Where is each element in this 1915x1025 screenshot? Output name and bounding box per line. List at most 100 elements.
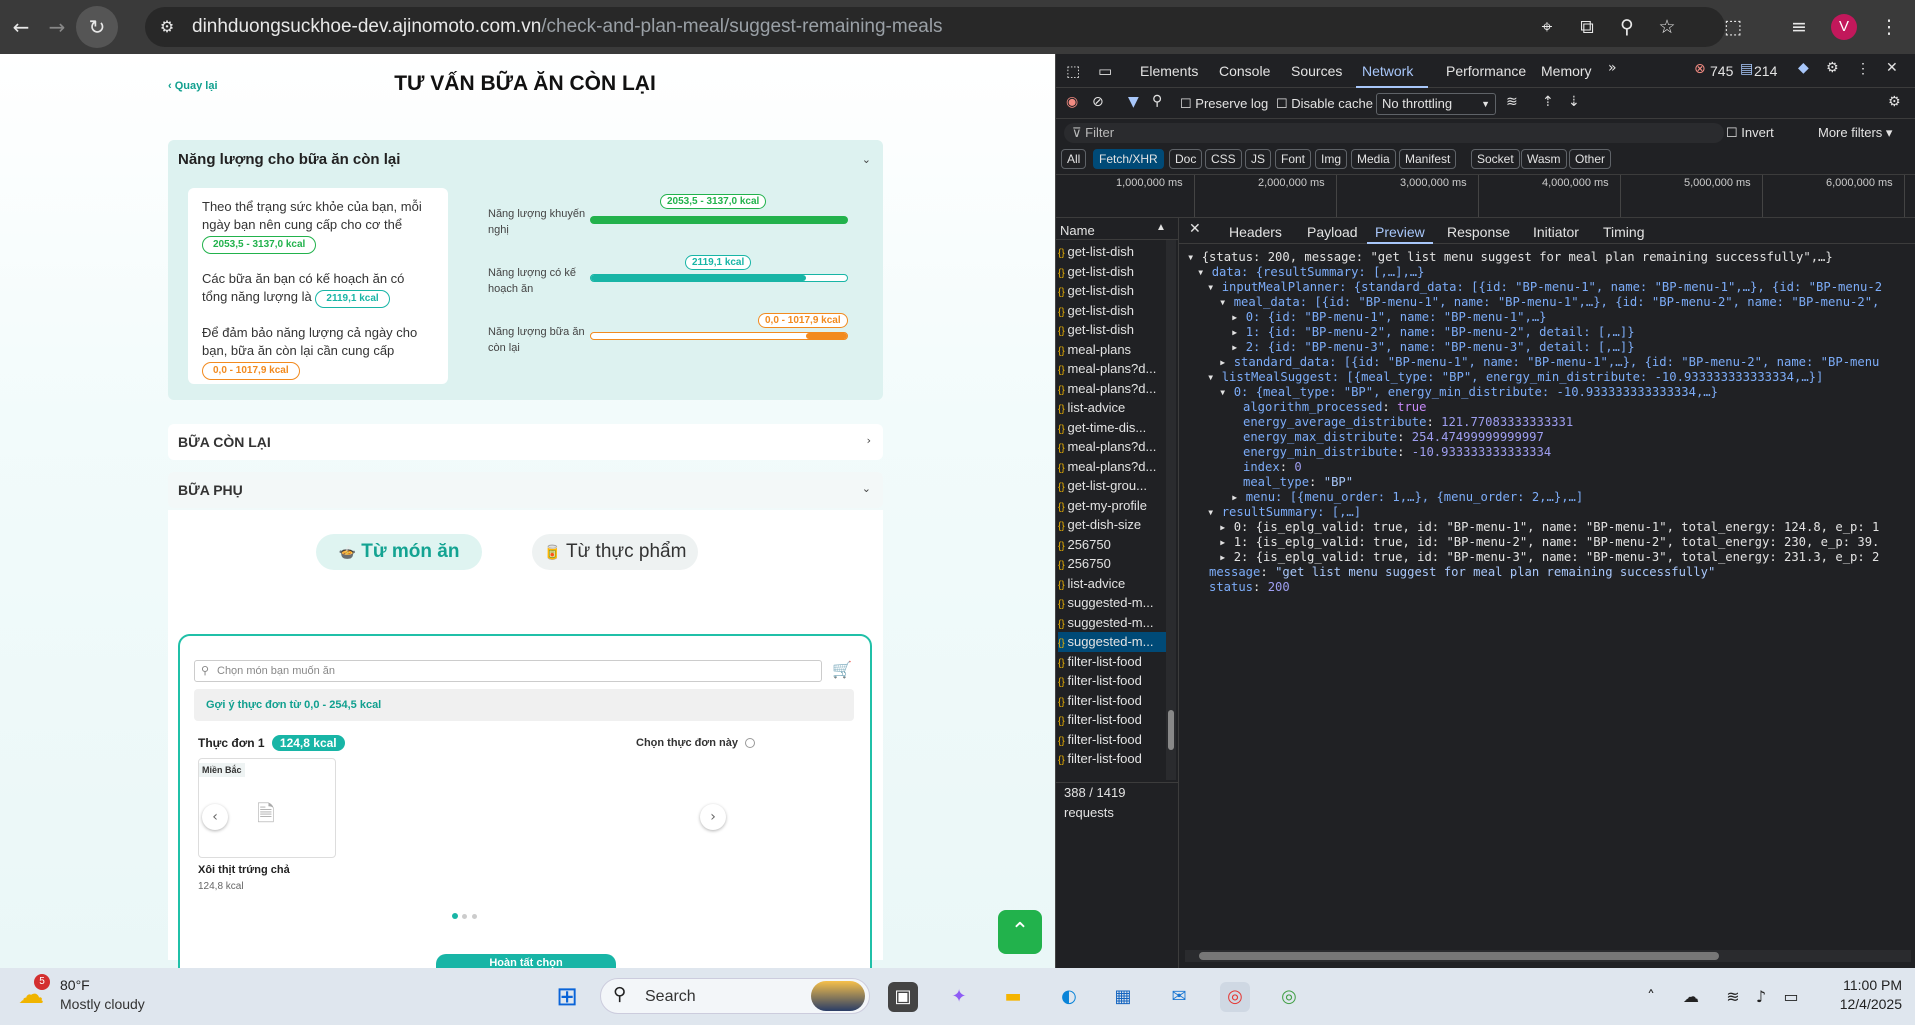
menu-dots-icon[interactable]: ⋮: [1876, 14, 1902, 40]
taskbar-search[interactable]: ⚲ Search: [600, 978, 870, 1014]
filter-chip-doc[interactable]: Doc: [1169, 149, 1203, 169]
menu-dots-icon[interactable]: ⋮: [1856, 60, 1870, 77]
filter-chip-img[interactable]: Img: [1315, 149, 1348, 169]
tab-payload[interactable]: Payload: [1307, 224, 1358, 240]
remaining-meals-section[interactable]: BỮA CÒN LẠI ›: [168, 424, 883, 460]
site-settings-icon[interactable]: ⚙: [154, 14, 180, 40]
dish-search-input[interactable]: ⚲ Chọn món bạn muốn ăn: [194, 660, 822, 682]
horizontal-scroll-thumb[interactable]: [1199, 952, 1719, 960]
request-row[interactable]: {} meal-plans?d...: [1058, 379, 1166, 399]
filter-chip-media[interactable]: Media: [1351, 149, 1396, 169]
profile-avatar[interactable]: V: [1831, 14, 1857, 40]
caret-down-icon[interactable]: ▾: [1187, 250, 1202, 264]
tab-timing[interactable]: Timing: [1603, 224, 1645, 240]
choose-menu-radio[interactable]: [745, 738, 756, 749]
volume-icon[interactable]: ♪: [1746, 982, 1776, 1012]
request-row[interactable]: {} filter-list-food: [1058, 671, 1166, 691]
caret-down-icon[interactable]: ▾: [1207, 280, 1222, 294]
caret-down-icon[interactable]: ▾: [1219, 385, 1234, 399]
weather-condition[interactable]: Mostly cloudy: [60, 996, 145, 1012]
caret-down-icon[interactable]: ▾: [1219, 295, 1234, 309]
request-row[interactable]: {} get-list-dish: [1058, 281, 1166, 301]
task-view-icon[interactable]: ▣: [888, 982, 918, 1012]
network-conditions-icon[interactable]: ≋: [1506, 94, 1518, 110]
carousel-next-button[interactable]: ›: [700, 804, 726, 830]
request-row[interactable]: {} meal-plans: [1058, 340, 1166, 360]
tab-food[interactable]: 🥫 Từ thực phẩm: [532, 534, 698, 570]
dot[interactable]: [462, 914, 468, 919]
request-row[interactable]: {} filter-list-food: [1058, 710, 1166, 730]
file-explorer-icon[interactable]: ▬: [998, 982, 1028, 1012]
tab-initiator[interactable]: Initiator: [1533, 224, 1579, 240]
carousel-prev-button[interactable]: ‹: [202, 804, 228, 830]
copilot-icon[interactable]: ✦: [944, 982, 974, 1012]
caret-right-icon[interactable]: ▸: [1219, 535, 1234, 549]
export-icon[interactable]: ⇣: [1568, 94, 1580, 110]
scroll-top-icon[interactable]: ⌃: [998, 910, 1042, 954]
dot[interactable]: [471, 914, 477, 919]
request-row[interactable]: {} get-my-profile: [1058, 496, 1166, 516]
wifi-icon[interactable]: ≋: [1718, 982, 1748, 1012]
request-row[interactable]: {} filter-list-food: [1058, 749, 1166, 769]
tray-chevron-icon[interactable]: ˄: [1636, 982, 1666, 1012]
request-row[interactable]: {} meal-plans?d...: [1058, 437, 1166, 457]
zoom-icon[interactable]: ⚲: [1614, 14, 1640, 40]
request-row[interactable]: {} suggested-m...: [1058, 613, 1166, 633]
caret-right-icon[interactable]: ▸: [1231, 325, 1246, 339]
filter-chip-manifest[interactable]: Manifest: [1399, 149, 1457, 169]
battery-icon[interactable]: ▭: [1776, 982, 1806, 1012]
tab-preview[interactable]: Preview: [1375, 224, 1425, 240]
request-row[interactable]: {} 256750: [1058, 554, 1166, 574]
back-arrow-icon[interactable]: ←: [8, 14, 34, 40]
outlook-icon[interactable]: ✉: [1164, 982, 1194, 1012]
filter-icon[interactable]: ▼: [1128, 94, 1139, 110]
request-row[interactable]: {} filter-list-food: [1058, 730, 1166, 750]
more-filters-dropdown[interactable]: More filters ▾: [1818, 125, 1892, 141]
store-icon[interactable]: ▦: [1108, 982, 1138, 1012]
extensions-icon[interactable]: ⬚: [1720, 14, 1746, 40]
caret-down-icon[interactable]: ▾: [1207, 505, 1222, 519]
media-control-icon[interactable]: ≡: [1786, 14, 1812, 40]
chevron-down-icon[interactable]: ⌄: [862, 153, 871, 166]
reload-icon[interactable]: ↻: [76, 6, 118, 48]
name-column-header[interactable]: Name ▲: [1056, 220, 1178, 240]
request-row[interactable]: {} list-advice: [1058, 574, 1166, 594]
preserve-log-checkbox[interactable]: ☐ Preserve log: [1180, 96, 1268, 112]
tab-memory[interactable]: Memory: [1541, 63, 1592, 79]
caret-right-icon[interactable]: ▸: [1231, 490, 1246, 504]
close-icon[interactable]: ✕: [1886, 60, 1898, 76]
filter-chip-other[interactable]: Other: [1569, 149, 1612, 169]
chevron-down-icon[interactable]: ⌄: [862, 482, 871, 495]
edge-icon[interactable]: ◐: [1054, 982, 1084, 1012]
record-icon[interactable]: ◉: [1066, 94, 1078, 110]
request-row[interactable]: {} get-list-dish: [1058, 301, 1166, 321]
filter-chip-js[interactable]: JS: [1245, 149, 1272, 169]
request-row[interactable]: {} meal-plans?d...: [1058, 457, 1166, 477]
weather-temp[interactable]: 80°F: [60, 977, 90, 993]
tab-performance[interactable]: Performance: [1446, 63, 1526, 79]
bookmark-star-icon[interactable]: ☆: [1654, 14, 1680, 40]
cart-icon[interactable]: 🛒: [832, 660, 852, 679]
tab-dish[interactable]: 🍲 Từ món ăn: [316, 534, 482, 570]
tab-sources[interactable]: Sources: [1291, 63, 1342, 79]
device-toolbar-icon[interactable]: ▭: [1098, 62, 1112, 80]
error-count[interactable]: 745: [1710, 63, 1733, 79]
clear-icon[interactable]: ⊘: [1092, 94, 1104, 110]
request-row[interactable]: {} get-dish-size: [1058, 515, 1166, 535]
location-icon[interactable]: ⌖: [1534, 14, 1560, 40]
more-tabs-icon[interactable]: »: [1608, 60, 1617, 76]
request-row[interactable]: {} get-list-dish: [1058, 320, 1166, 340]
request-row[interactable]: {} get-list-dish: [1058, 262, 1166, 282]
search-icon[interactable]: ⚲: [1152, 93, 1162, 109]
request-scrollbar[interactable]: [1166, 240, 1176, 780]
tab-console[interactable]: Console: [1219, 63, 1270, 79]
onedrive-icon[interactable]: ☁: [1676, 982, 1706, 1012]
throttling-select[interactable]: No throttling ▼: [1376, 93, 1496, 115]
dot-active[interactable]: [452, 913, 458, 919]
close-icon[interactable]: ✕: [1189, 221, 1201, 237]
caret-right-icon[interactable]: ▸: [1219, 355, 1234, 369]
gear-icon[interactable]: ⚙: [1826, 60, 1839, 76]
chrome-icon[interactable]: ◎: [1220, 982, 1250, 1012]
request-row[interactable]: {} 256750: [1058, 535, 1166, 555]
message-icon[interactable]: ▤: [1740, 61, 1753, 77]
